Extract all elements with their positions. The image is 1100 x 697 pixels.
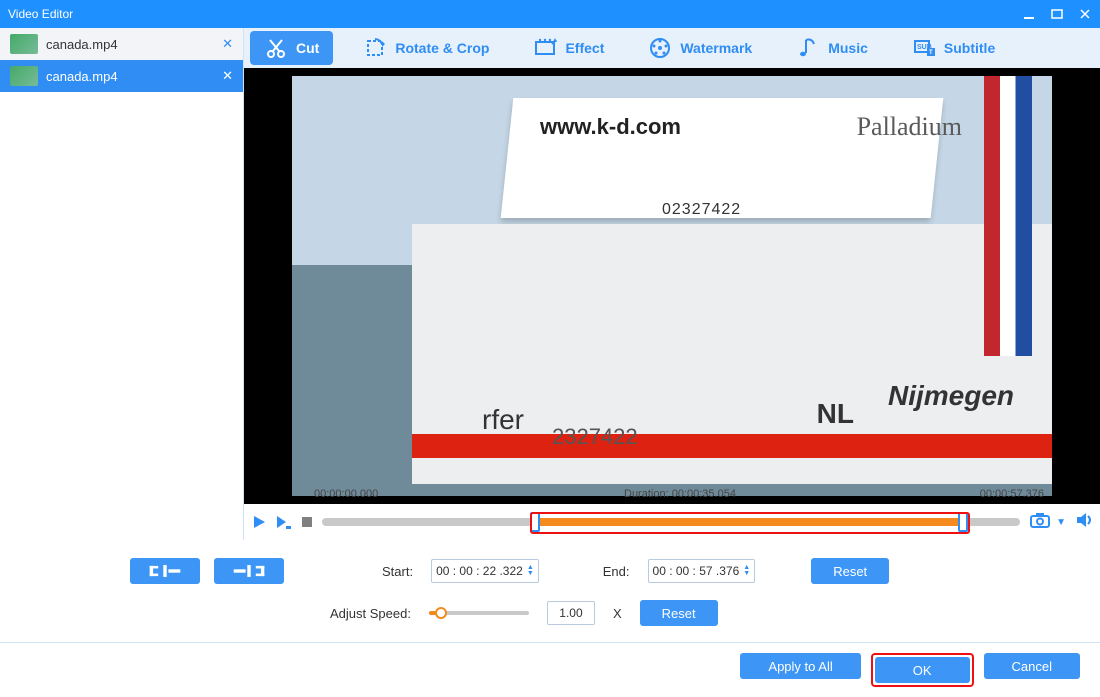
spin-down[interactable]: ▼ <box>743 571 750 577</box>
timeline-duration-label: Duration: 00:00:35.054 <box>624 488 736 500</box>
timeline-track[interactable] <box>322 518 1020 526</box>
preview-text: Palladium <box>857 112 962 142</box>
speed-slider-thumb[interactable] <box>435 607 447 619</box>
file-item[interactable]: canada.mp4 ✕ <box>0 60 243 92</box>
tab-label: Subtitle <box>944 40 995 56</box>
preview-text: NL <box>817 398 854 430</box>
tab-cut[interactable]: Cut <box>250 31 333 65</box>
spin-down[interactable]: ▼ <box>527 571 534 577</box>
svg-text:T: T <box>929 50 933 56</box>
tab-rotate-crop[interactable]: Rotate & Crop <box>349 31 503 65</box>
tab-subtitle[interactable]: SUBT Subtitle <box>898 31 1009 65</box>
cut-parameters: Start: 00 : 00 : 22 .322 ▲▼ End: 00 : 00… <box>0 540 1100 626</box>
window-title: Video Editor <box>8 7 73 21</box>
speed-value-input[interactable]: 1.00 <box>547 601 595 625</box>
timeline-end-label: 00:00:57.376 <box>980 488 1044 500</box>
tab-music[interactable]: Music <box>782 31 882 65</box>
preview-text: Nijmegen <box>888 380 1014 412</box>
selection-start-handle[interactable] <box>530 512 540 532</box>
close-button[interactable] <box>1078 7 1092 21</box>
tab-watermark[interactable]: Watermark <box>634 31 766 65</box>
highlight-box: OK <box>871 653 974 687</box>
tab-label: Effect <box>565 40 604 56</box>
cut-icon <box>264 36 288 60</box>
reset-time-button[interactable]: Reset <box>811 558 889 584</box>
title-bar: Video Editor <box>0 0 1100 28</box>
file-name: canada.mp4 <box>46 69 118 84</box>
tab-label: Music <box>828 40 868 56</box>
speed-suffix: X <box>613 606 622 621</box>
snapshot-button[interactable] <box>1030 512 1050 533</box>
start-label: Start: <box>382 564 413 579</box>
file-close-icon[interactable]: ✕ <box>222 36 233 52</box>
watermark-icon <box>648 36 672 60</box>
tab-label: Watermark <box>680 40 752 56</box>
volume-button[interactable] <box>1076 512 1094 533</box>
minimize-button[interactable] <box>1022 7 1036 21</box>
music-icon <box>796 36 820 60</box>
stop-button[interactable] <box>302 517 312 527</box>
effect-icon <box>533 36 557 60</box>
tab-effect[interactable]: Effect <box>519 31 618 65</box>
play-button[interactable] <box>250 515 268 529</box>
end-label: End: <box>603 564 630 579</box>
file-sidebar: canada.mp4 ✕ canada.mp4 ✕ <box>0 28 244 540</box>
play-next-button[interactable] <box>274 515 292 529</box>
selection-end-handle[interactable] <box>958 512 968 532</box>
preview-text: 02327422 <box>662 201 741 219</box>
apply-to-all-button[interactable]: Apply to All <box>740 653 860 679</box>
footer-buttons: Apply to All OK Cancel <box>0 642 1100 697</box>
snapshot-dropdown[interactable]: ▼ <box>1056 517 1066 528</box>
crop-icon <box>363 36 387 60</box>
speed-slider[interactable] <box>429 611 529 615</box>
selection-range <box>534 518 966 526</box>
file-item[interactable]: canada.mp4 ✕ <box>0 28 243 60</box>
preview-text: rfer <box>482 404 524 436</box>
end-time-input[interactable]: 00 : 00 : 57 .376 ▲▼ <box>648 559 756 583</box>
file-name: canada.mp4 <box>46 37 118 52</box>
tab-label: Cut <box>296 40 319 56</box>
video-preview: www.k-d.com Palladium 02327422 rfer 2327… <box>244 68 1100 504</box>
file-thumbnail <box>10 66 38 86</box>
preview-text: www.k-d.com <box>540 114 681 140</box>
subtitle-icon: SUBT <box>912 36 936 60</box>
file-close-icon[interactable]: ✕ <box>222 68 233 84</box>
reset-speed-button[interactable]: Reset <box>640 600 718 626</box>
timeline-start-label: 00:00:00.000 <box>314 488 378 500</box>
video-frame: www.k-d.com Palladium 02327422 rfer 2327… <box>292 76 1052 496</box>
cancel-button[interactable]: Cancel <box>984 653 1080 679</box>
tool-tabs: Cut Rotate & Crop Effect Watermark Music… <box>244 28 1100 68</box>
file-thumbnail <box>10 34 38 54</box>
speed-label: Adjust Speed: <box>330 606 411 621</box>
flag-icon <box>984 76 1032 356</box>
set-start-bracket-button[interactable] <box>130 558 200 584</box>
preview-text: 2327422 <box>552 424 638 450</box>
ok-button[interactable]: OK <box>875 657 970 683</box>
maximize-button[interactable] <box>1050 7 1064 21</box>
tab-label: Rotate & Crop <box>395 40 489 56</box>
set-end-bracket-button[interactable] <box>214 558 284 584</box>
start-time-input[interactable]: 00 : 00 : 22 .322 ▲▼ <box>431 559 539 583</box>
